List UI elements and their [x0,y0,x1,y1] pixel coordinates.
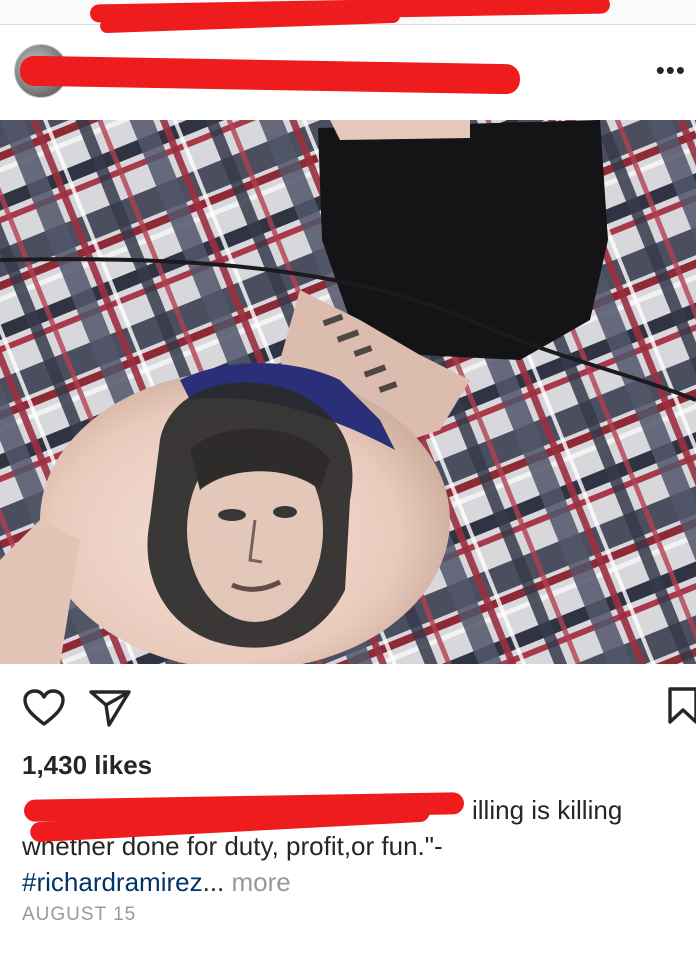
more-options-button[interactable]: ••• [656,57,686,83]
photo-illustration [0,120,696,664]
post-actions [0,680,696,732]
like-count[interactable]: 1,430 likes [22,750,152,781]
caption-ellipsis: ... [202,867,225,897]
bookmark-icon[interactable] [666,686,696,726]
heart-icon[interactable] [22,688,66,728]
post-photo[interactable] [0,120,696,664]
caption-line: illing is killing [472,795,623,825]
more-link[interactable]: more [232,867,291,897]
hashtag-link[interactable]: #richardramirez [22,867,203,897]
paper-plane-icon[interactable] [88,688,132,728]
caption-hashtag-line: #richardramirez... more [22,864,291,900]
post-date: AUGUST 15 [22,904,137,925]
